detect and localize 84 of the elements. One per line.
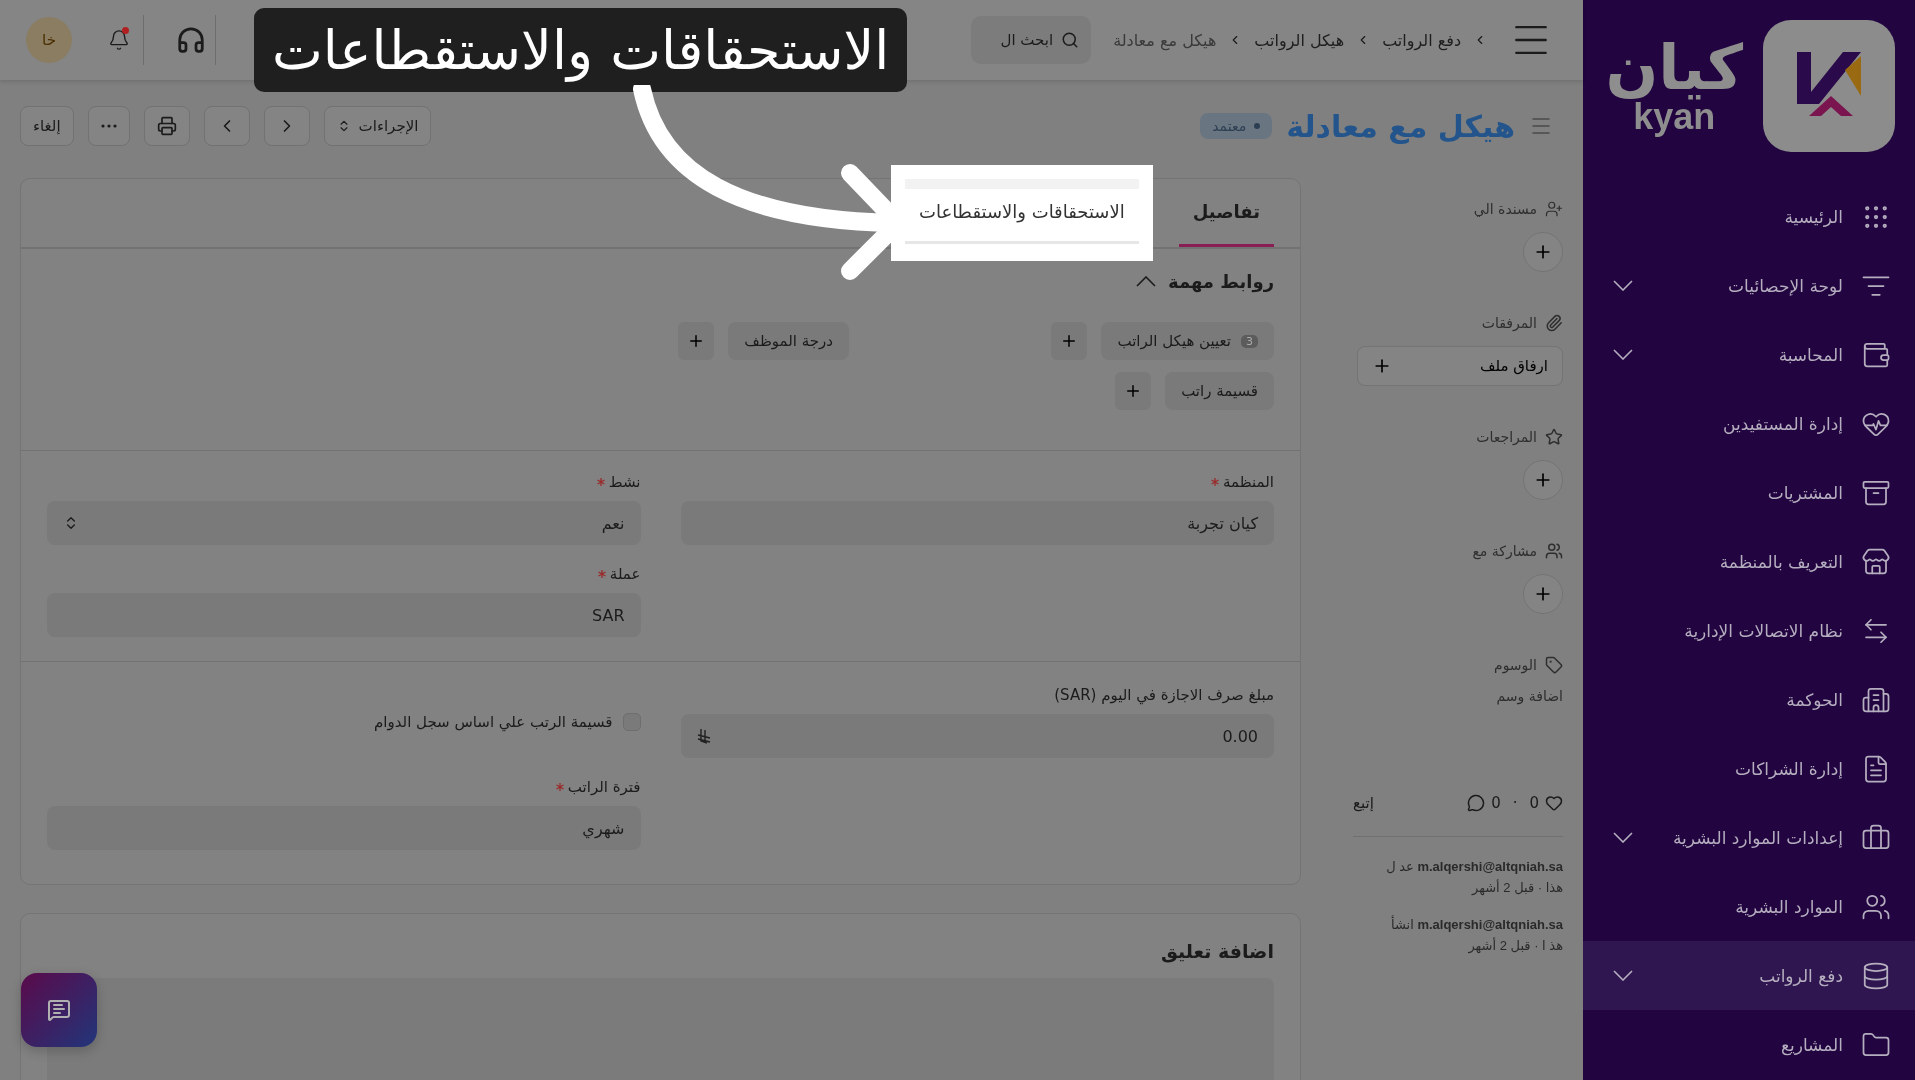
star-icon — [1545, 428, 1563, 446]
breadcrumb-link[interactable]: هيكل مع معادلة — [1113, 30, 1217, 50]
chat-icon — [47, 998, 71, 1022]
paperclip-icon — [1545, 314, 1563, 332]
actions-button[interactable]: الإجراءات — [323, 106, 432, 146]
input-field[interactable]: SAR — [47, 593, 641, 637]
users-icon — [1545, 542, 1563, 560]
separator-dot: · — [1512, 794, 1518, 812]
required-icon — [1211, 478, 1220, 486]
sidebar-item[interactable]: نظام الاتصالات الإدارية — [1583, 596, 1915, 665]
section-title: روابط مهمة — [1167, 271, 1274, 292]
field-label: المنظمة — [1223, 473, 1274, 491]
logo-text: كيان — [1605, 37, 1743, 99]
input-field[interactable]: شهري — [47, 806, 641, 850]
sidebar-item[interactable]: المشاريع — [1583, 1010, 1915, 1079]
likes-count: 0 — [1529, 794, 1539, 812]
add-button[interactable] — [1523, 574, 1563, 614]
sidebar-item[interactable]: إدارة المستفيدين — [1583, 389, 1915, 458]
sidebar-item[interactable]: دفع الرواتب — [1583, 941, 1915, 1010]
section-label: مسندة الي — [1473, 201, 1537, 217]
count-badge: 3 — [1241, 334, 1258, 348]
add-button[interactable] — [1115, 372, 1152, 410]
sidebar-item[interactable]: لوحة الإحصائيات — [1583, 251, 1915, 320]
comment-icon[interactable] — [1467, 794, 1486, 812]
search-field[interactable]: ابحث ال — [971, 16, 1092, 64]
sidebar-item[interactable]: إدارة الشراكات — [1583, 734, 1915, 803]
required-icon — [596, 478, 605, 486]
field-label: عملة — [609, 565, 641, 583]
checkbox-label: قسيمة الرتب علي اساس سجل الدوام — [374, 713, 613, 731]
sidebar-item[interactable]: التعريف بالمنظمة — [1583, 527, 1915, 596]
page-title: هيكل مع معادلة — [1286, 108, 1515, 144]
field-label: مبلغ صرف الاجازة في اليوم (SAR) — [1054, 686, 1274, 704]
user-plus-icon — [1545, 200, 1563, 218]
tag-icon — [1545, 656, 1563, 674]
comment-title: اضافة تعليق — [1159, 939, 1275, 965]
section-label: الوسوم — [1493, 657, 1537, 673]
sidebar-item[interactable]: الحوكمة — [1583, 665, 1915, 734]
print-icon — [156, 116, 177, 136]
print-button[interactable] — [143, 106, 190, 146]
add-button[interactable] — [1523, 460, 1563, 500]
link-chip[interactable]: درجة الموظف — [728, 322, 849, 360]
link-chip[interactable]: قسيمة راتب — [1165, 372, 1274, 410]
headphones-icon[interactable] — [175, 25, 206, 55]
select-field[interactable]: نعم — [47, 501, 641, 545]
follow-link[interactable]: إتبع — [1353, 794, 1374, 812]
input-field[interactable]: كيان تجربة — [680, 501, 1274, 545]
sidebar-item[interactable]: إعدادات الموارد البشرية — [1583, 803, 1915, 872]
field-label: نشط — [608, 473, 641, 491]
activity-time: هذا · قبل 2 أشهر — [1470, 880, 1563, 895]
section-label: مشاركة مع — [1472, 543, 1537, 559]
breadcrumb-link[interactable]: هيكل الرواتب — [1254, 30, 1345, 50]
user-avatar[interactable]: خا — [26, 17, 72, 63]
add-button[interactable] — [678, 322, 715, 360]
breadcrumb-link[interactable]: دفع الرواتب — [1382, 30, 1461, 50]
search-icon — [1061, 31, 1080, 49]
field-label: فترة الراتب — [567, 778, 641, 796]
tour-caption: الاستحقاقات والاستقطاعات — [254, 8, 908, 92]
status-badge: معتمد — [1200, 113, 1273, 139]
chat-button[interactable] — [21, 973, 97, 1047]
activity-time: هذ ا · قبل 2 أشهر — [1467, 938, 1563, 953]
currency-icon — [696, 728, 711, 744]
more-icon — [100, 124, 117, 128]
required-icon — [555, 783, 564, 791]
heart-icon[interactable] — [1545, 794, 1563, 812]
notification-icon[interactable] — [107, 29, 130, 51]
menu-item-icon — [1861, 546, 1891, 577]
add-button[interactable] — [1523, 232, 1563, 272]
tab[interactable]: تفاصيل — [1178, 179, 1274, 247]
comments-count: 0 — [1491, 794, 1501, 812]
sidebar-item[interactable]: المشتريات — [1583, 458, 1915, 527]
cancel-button[interactable]: إلغاء — [20, 106, 74, 146]
sidebar-item[interactable]: الرئيسية — [1583, 182, 1915, 251]
sidebar-item[interactable]: الموارد البشرية — [1583, 872, 1915, 941]
collapse-icon[interactable] — [1135, 276, 1156, 287]
menu-item-icon — [1861, 960, 1891, 991]
input-field[interactable]: 0.00 — [680, 714, 1274, 758]
section-label: المرفقات — [1481, 315, 1537, 331]
sidebar-item[interactable]: المحاسبة — [1583, 320, 1915, 389]
section-label: المراجعات — [1476, 429, 1537, 445]
add-tag-link[interactable]: اضافة وسم — [1353, 688, 1563, 704]
attach-file-button[interactable]: ارفاق ملف — [1357, 346, 1563, 386]
add-button[interactable] — [1051, 322, 1088, 360]
required-icon — [597, 570, 606, 578]
logo-text: kyan — [1633, 99, 1716, 135]
